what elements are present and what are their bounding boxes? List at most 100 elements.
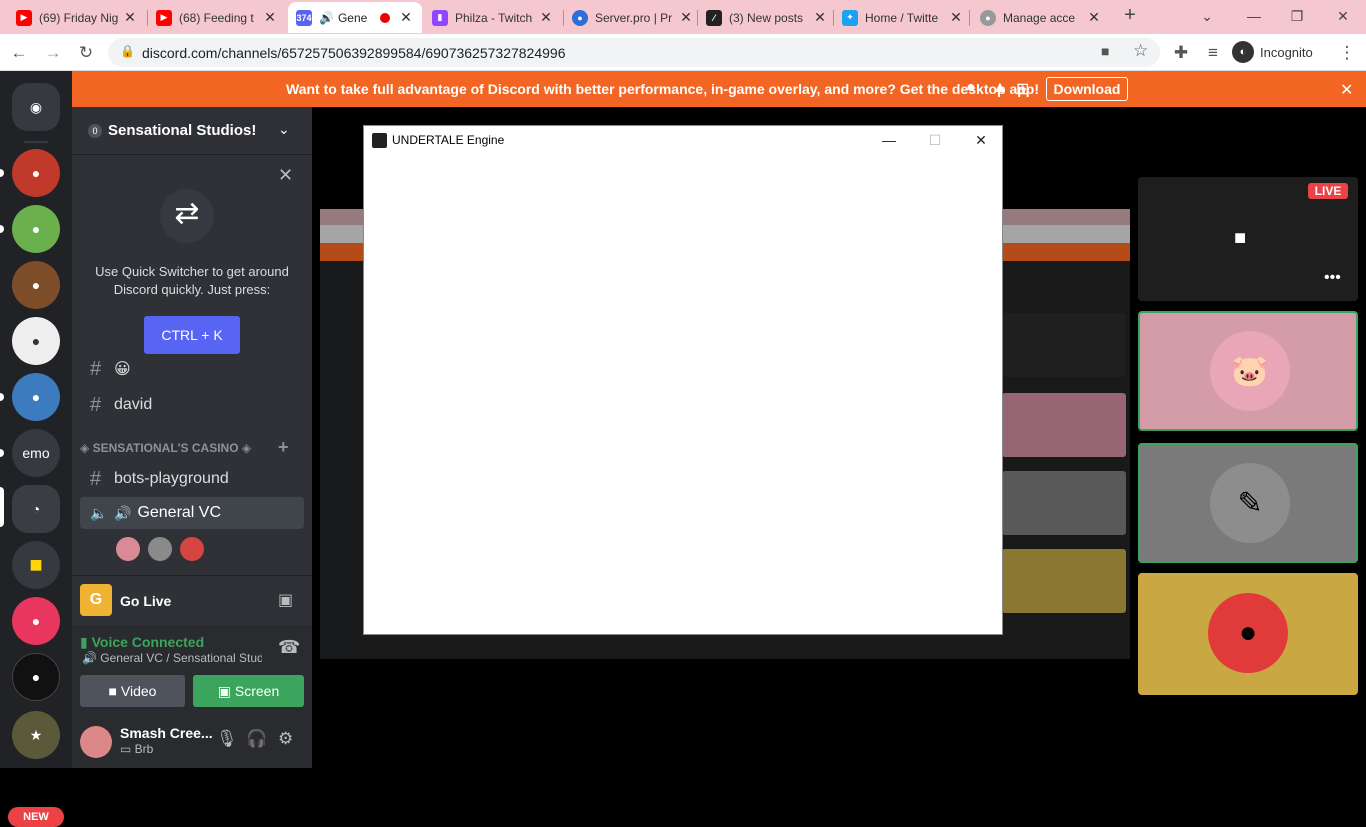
minimize-icon[interactable]: — bbox=[1242, 4, 1266, 28]
close-icon[interactable]: ✕ bbox=[538, 9, 554, 26]
channel-david[interactable]: # david bbox=[80, 389, 304, 421]
server-icon-3[interactable]: ● bbox=[12, 261, 60, 309]
new-tab-button[interactable]: + bbox=[1118, 4, 1142, 28]
screen-share-icon[interactable]: ▣ bbox=[278, 590, 293, 610]
tab-twitter[interactable]: ✦ Home / Twitte ✕ bbox=[834, 2, 972, 33]
back-icon[interactable]: ← bbox=[6, 40, 32, 66]
avatar: ✎ bbox=[1210, 463, 1290, 543]
extensions-icon[interactable]: ✚ bbox=[1168, 40, 1194, 66]
game-window-title: UNDERTALE Engine bbox=[392, 133, 505, 147]
folder-icon[interactable]: ■ bbox=[12, 541, 60, 589]
hash-icon: # bbox=[90, 357, 102, 380]
tab-search-icon[interactable]: ⌄ bbox=[1195, 4, 1219, 28]
server-header[interactable]: 0 Sensational Studios! ⌄ bbox=[72, 107, 312, 155]
bookmark-star-icon[interactable]: ☆ bbox=[1133, 41, 1148, 61]
server-icon-4[interactable]: ● bbox=[12, 317, 60, 365]
server-icon-1[interactable]: ● bbox=[12, 149, 60, 197]
signal-icon: ▮ bbox=[80, 634, 92, 650]
stream-tile-user-1[interactable]: 🐷 bbox=[1138, 311, 1358, 431]
recording-icon bbox=[380, 12, 390, 23]
add-channel-icon[interactable]: + bbox=[278, 437, 289, 458]
tab-title: Manage acce bbox=[1003, 10, 1076, 25]
reload-icon[interactable]: ↻ bbox=[73, 40, 99, 66]
stream-tile-user-3[interactable]: ● bbox=[1138, 573, 1358, 695]
voice-channel-info[interactable]: 🔊 General VC / Sensational Stud... bbox=[82, 651, 262, 665]
lock-icon[interactable]: 🔒 bbox=[120, 44, 135, 58]
server-icon-6[interactable]: ● bbox=[12, 597, 60, 645]
server-icon-8[interactable]: ★ bbox=[12, 711, 60, 759]
channel-bots-playground[interactable]: # bots-playground bbox=[80, 463, 304, 495]
windows-icon: ⊞ bbox=[1016, 81, 1030, 98]
discord-home-icon[interactable]: ◉ bbox=[12, 83, 60, 131]
forward-icon[interactable]: → bbox=[40, 40, 66, 66]
channel-general-vc[interactable]: 🔈 🔊 General VC bbox=[80, 497, 304, 529]
microphone-icon[interactable]: 🎙 bbox=[216, 729, 238, 749]
incognito-indicator[interactable]: ◐ Incognito bbox=[1232, 40, 1313, 64]
game-canvas[interactable] bbox=[364, 154, 1002, 634]
tab-forum[interactable]: ⁄ (3) New posts ✕ bbox=[698, 2, 836, 33]
swap-arrows-icon: ⇄ bbox=[160, 189, 214, 243]
live-label: LIVE bbox=[1314, 184, 1342, 198]
shortcut-button[interactable]: CTRL + K bbox=[144, 316, 240, 354]
voice-user-avatar[interactable] bbox=[180, 537, 204, 561]
close-icon[interactable]: ✕ bbox=[812, 9, 828, 26]
maximize-icon[interactable]: ☐ bbox=[912, 129, 958, 151]
stream-tile-live[interactable]: LIVE ■ ••• bbox=[1138, 177, 1358, 301]
stream-tile-user-2[interactable]: ✎ bbox=[1138, 443, 1358, 563]
more-options-icon[interactable]: ••• bbox=[1324, 269, 1341, 287]
server-icon-5[interactable]: ● bbox=[12, 373, 60, 421]
restore-icon[interactable]: ❐ bbox=[1285, 4, 1309, 28]
voice-user-avatar[interactable] bbox=[116, 537, 140, 561]
download-button[interactable]: Download bbox=[1046, 77, 1128, 101]
voice-user-avatar[interactable] bbox=[148, 537, 172, 561]
username[interactable]: Smash Cree... bbox=[120, 725, 213, 741]
tab-twitch[interactable]: ▮ Philza - Twitch ✕ bbox=[424, 2, 562, 33]
quick-switcher-tip: ✕ ⇄ Use Quick Switcher to get around Dis… bbox=[72, 155, 312, 373]
go-live-label: Go Live bbox=[120, 593, 172, 609]
game-window-titlebar[interactable]: UNDERTALE Engine — ☐ ✕ bbox=[364, 126, 1002, 154]
tab-title: Philza - Twitch bbox=[455, 10, 533, 25]
close-icon[interactable]: ✕ bbox=[398, 9, 414, 26]
avatar[interactable] bbox=[80, 726, 112, 758]
headphones-icon[interactable]: 🎧 bbox=[246, 729, 267, 749]
minimize-icon[interactable]: — bbox=[866, 129, 912, 151]
screen-button[interactable]: ▣ Screen bbox=[193, 675, 304, 707]
close-icon[interactable]: ✕ bbox=[678, 9, 694, 26]
disconnect-icon[interactable]: ☎ bbox=[278, 637, 300, 658]
video-camera-icon: ■ bbox=[1234, 227, 1247, 249]
speaker-icon: 🔊 bbox=[82, 651, 101, 665]
video-label: Video bbox=[120, 683, 157, 699]
video-button[interactable]: ■ Video bbox=[80, 675, 185, 707]
category-casino[interactable]: ◈ SENSATIONAL'S CASINO ◈ + bbox=[80, 437, 304, 457]
game-window[interactable]: UNDERTALE Engine — ☐ ✕ bbox=[363, 125, 1003, 635]
voice-status-label: Voice Connected bbox=[91, 634, 205, 650]
tab-serverpro[interactable]: ● Server.pro | Pr ✕ bbox=[564, 2, 702, 33]
server-icon-emo[interactable]: emo bbox=[12, 429, 60, 477]
video-camera-icon: ■ bbox=[108, 683, 121, 699]
tab-github[interactable]: ● Manage acce ✕ bbox=[972, 2, 1110, 33]
server-folder-icon[interactable]: ◔ bbox=[12, 485, 60, 533]
close-banner-icon[interactable]: ✕ bbox=[1340, 80, 1353, 100]
close-icon[interactable]: ✕ bbox=[948, 9, 964, 26]
voice-status[interactable]: ▮ Voice Connected bbox=[80, 634, 204, 651]
close-icon[interactable]: ✕ bbox=[262, 9, 278, 26]
settings-gear-icon[interactable]: ⚙ bbox=[278, 729, 293, 749]
close-icon[interactable]: ✕ bbox=[278, 165, 293, 186]
close-window-icon[interactable]: ✕ bbox=[1331, 4, 1355, 28]
media-control-icon[interactable]: ≡ bbox=[1200, 40, 1226, 66]
camera-icon[interactable]: ■ bbox=[1101, 43, 1109, 59]
tab-youtube-1[interactable]: ▶ (69) Friday Nig ✕ bbox=[8, 2, 146, 33]
close-icon[interactable]: ✕ bbox=[122, 9, 138, 26]
address-bar[interactable]: 🔒 discord.com/channels/65725750639289958… bbox=[108, 38, 1160, 67]
server-icon-7[interactable]: ● bbox=[12, 653, 60, 701]
server-icon-2[interactable]: ● bbox=[12, 205, 60, 253]
close-icon[interactable]: ✕ bbox=[1086, 9, 1102, 26]
menu-icon[interactable]: ⋮ bbox=[1334, 40, 1360, 66]
tab-youtube-2[interactable]: ▶ (68) Feeding t ✕ bbox=[148, 2, 286, 33]
close-icon[interactable]: ✕ bbox=[958, 129, 1004, 151]
go-live-panel[interactable]: G Go Live ▣ bbox=[72, 575, 312, 625]
tab-discord[interactable]: 374 🔊 Gene ✕ bbox=[288, 2, 422, 33]
url-text[interactable]: discord.com/channels/657257506392899584/… bbox=[142, 45, 565, 61]
chevron-down-icon[interactable]: ⌄ bbox=[278, 121, 290, 138]
channel-partial[interactable]: # 😀 bbox=[80, 357, 304, 381]
